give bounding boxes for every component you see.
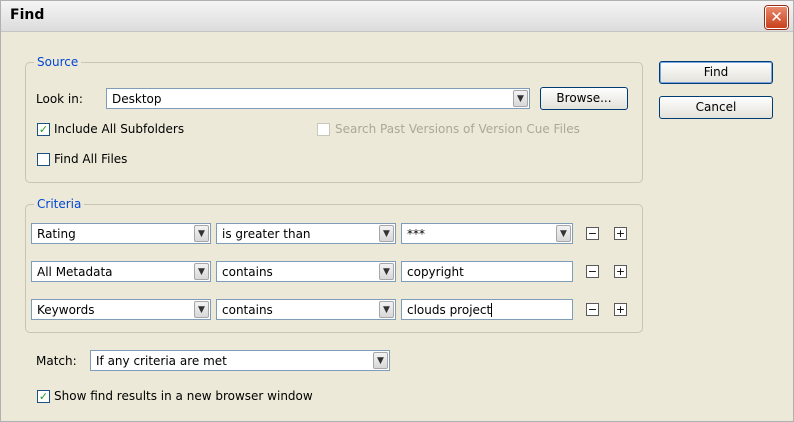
criteria-field-value: Keywords [37, 303, 95, 317]
criteria-field-dropdown[interactable]: Rating ▼ [31, 223, 211, 244]
criteria-value-dropdown[interactable]: *** ▼ [401, 223, 573, 244]
criteria-value-input[interactable]: copyright [401, 261, 573, 282]
find-all-files-label: Find All Files [54, 152, 128, 166]
title-bar: Find ✕ [1, 1, 793, 32]
look-in-dropdown[interactable]: Desktop ▼ [106, 88, 530, 109]
find-button[interactable]: Find [659, 61, 773, 84]
chevron-down-icon[interactable]: ▼ [194, 225, 209, 242]
search-past-versions-label: Search Past Versions of Version Cue File… [335, 122, 580, 136]
criteria-operator-dropdown[interactable]: is greater than ▼ [216, 223, 396, 244]
dialog-title: Find [10, 7, 45, 23]
close-icon[interactable]: ✕ [765, 6, 788, 29]
chevron-down-icon[interactable]: ▼ [379, 225, 394, 242]
criteria-value: *** [407, 227, 425, 241]
chevron-down-icon[interactable]: ▼ [513, 90, 528, 107]
criteria-field-dropdown[interactable]: Keywords ▼ [31, 299, 211, 320]
include-subfolders-checkbox[interactable]: ✓ [37, 123, 50, 136]
criteria-field-value: Rating [37, 227, 76, 241]
match-dropdown[interactable]: If any criteria are met ▼ [90, 350, 390, 371]
source-legend: Source [37, 55, 79, 69]
add-criteria-button[interactable]: + [614, 303, 627, 316]
criteria-field-dropdown[interactable]: All Metadata ▼ [31, 261, 211, 282]
browse-button[interactable]: Browse... [540, 87, 628, 110]
criteria-value: clouds project [407, 303, 492, 317]
criteria-value: copyright [407, 265, 464, 279]
criteria-field-value: All Metadata [37, 265, 113, 279]
look-in-label: Look in: [36, 92, 83, 106]
match-value: If any criteria are met [96, 354, 227, 368]
criteria-value-text: clouds project [407, 303, 493, 317]
search-past-versions-checkbox[interactable] [317, 123, 330, 136]
include-subfolders-label: Include All Subfolders [54, 122, 185, 136]
criteria-operator-value: is greater than [222, 227, 311, 241]
add-criteria-button[interactable]: + [614, 227, 627, 240]
show-results-label: Show find results in a new browser windo… [54, 389, 313, 403]
look-in-value: Desktop [112, 92, 162, 106]
chevron-down-icon[interactable]: ▼ [194, 263, 209, 280]
remove-criteria-button[interactable]: − [586, 227, 599, 240]
cancel-button[interactable]: Cancel [659, 96, 773, 119]
text-caret [491, 303, 493, 317]
chevron-down-icon[interactable]: ▼ [379, 301, 394, 318]
remove-criteria-button[interactable]: − [586, 265, 599, 278]
chevron-down-icon[interactable]: ▼ [556, 225, 571, 242]
criteria-operator-value: contains [222, 303, 273, 317]
chevron-down-icon[interactable]: ▼ [373, 352, 388, 369]
chevron-down-icon[interactable]: ▼ [379, 263, 394, 280]
criteria-legend: Criteria [37, 197, 82, 211]
find-all-files-checkbox[interactable] [37, 153, 50, 166]
criteria-value-input[interactable]: clouds project [401, 299, 573, 320]
remove-criteria-button[interactable]: − [586, 303, 599, 316]
chevron-down-icon[interactable]: ▼ [194, 301, 209, 318]
find-dialog: Find ✕ Source Look in: Desktop ▼ Browse.… [0, 0, 794, 422]
show-results-checkbox[interactable]: ✓ [37, 390, 50, 403]
add-criteria-button[interactable]: + [614, 265, 627, 278]
match-label: Match: [36, 354, 77, 368]
criteria-operator-dropdown[interactable]: contains ▼ [216, 299, 396, 320]
criteria-operator-dropdown[interactable]: contains ▼ [216, 261, 396, 282]
criteria-operator-value: contains [222, 265, 273, 279]
